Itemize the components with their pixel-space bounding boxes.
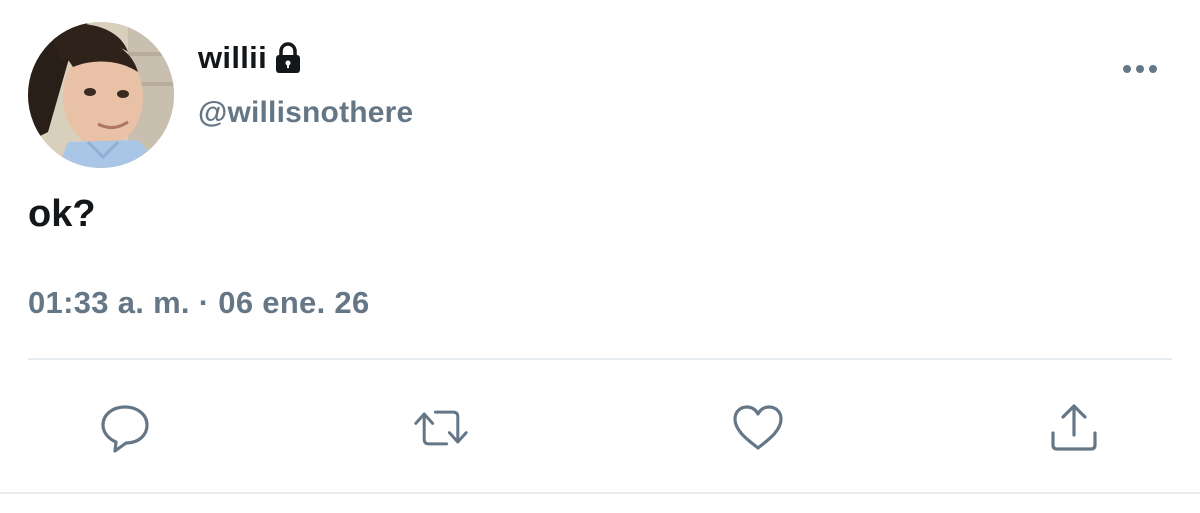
reply-button[interactable]: [97, 400, 153, 456]
avatar-photo: [28, 22, 174, 168]
tweet: willii @willisnothere ok? 01:33 a. m. · …: [0, 0, 1200, 513]
tweet-timestamp[interactable]: 01:33 a. m. · 06 ene. 26: [28, 285, 370, 321]
heart-icon: [733, 405, 783, 450]
avatar[interactable]: [28, 22, 174, 168]
more-options-button[interactable]: [1118, 58, 1162, 80]
retweet-button[interactable]: [413, 400, 469, 456]
divider: [28, 358, 1172, 360]
share-button[interactable]: [1046, 400, 1102, 456]
like-button[interactable]: [730, 400, 786, 456]
more-dots-icon: [1123, 65, 1157, 73]
display-name-row: willii: [198, 38, 303, 78]
speech-bubble-icon: [101, 405, 149, 453]
user-handle[interactable]: @willisnothere: [198, 96, 413, 130]
divider: [0, 492, 1200, 494]
tweet-text: ok?: [28, 193, 96, 235]
lock-icon: [273, 42, 303, 74]
share-upload-icon: [1051, 404, 1097, 451]
retweet-icon: [414, 410, 468, 446]
display-name[interactable]: willii: [198, 40, 267, 76]
